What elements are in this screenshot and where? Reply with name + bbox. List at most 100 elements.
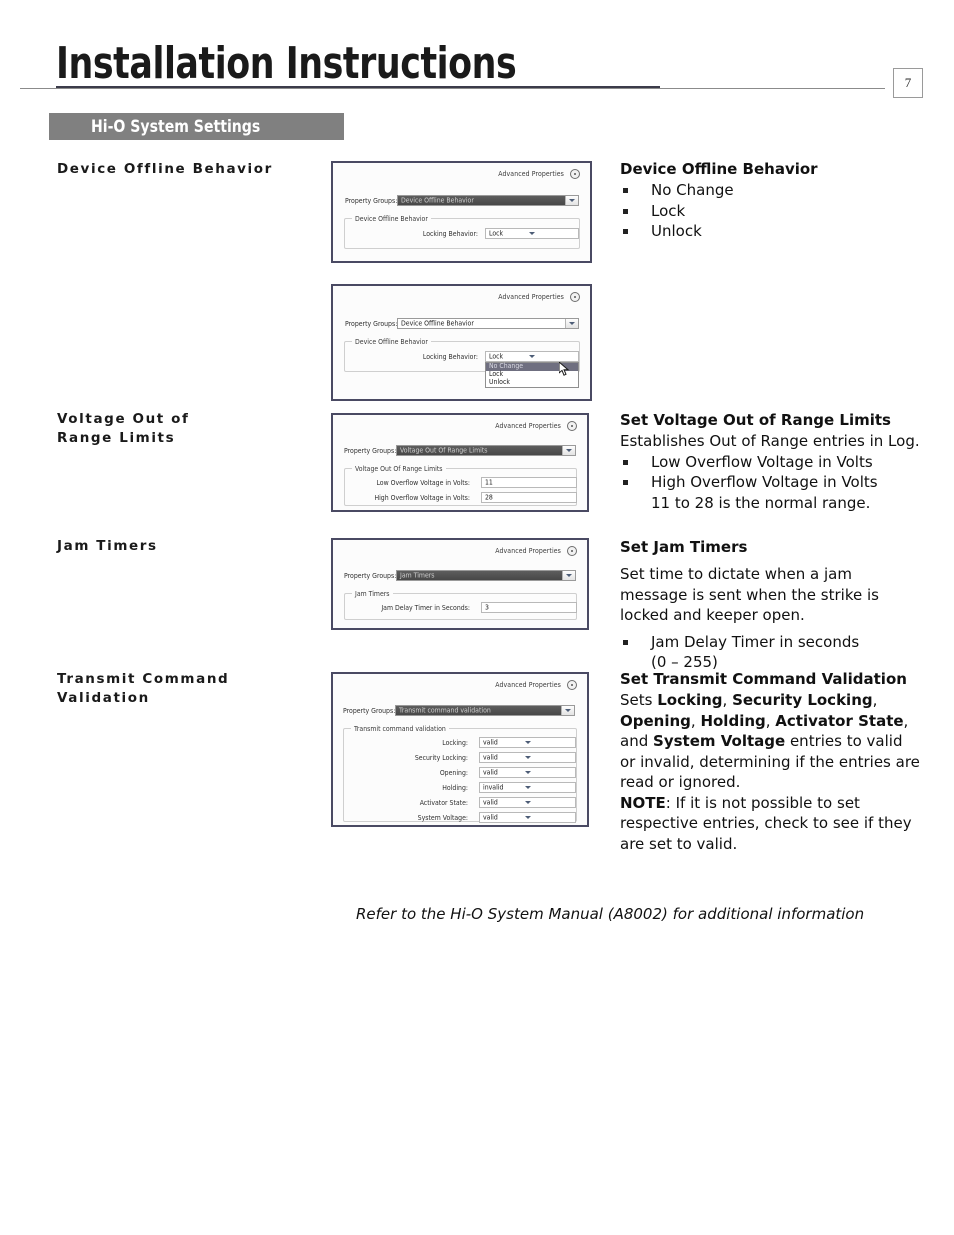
security-locking-value: valid xyxy=(483,754,498,762)
right-section-device-offline-behavior: Device Offline Behavior No Change Lock U… xyxy=(620,159,920,242)
system-voltage-value: valid xyxy=(483,814,498,822)
right-paragraph-jam: Set time to dictate when a jam message i… xyxy=(620,565,879,624)
property-groups-select[interactable]: Device Offline Behavior xyxy=(397,318,579,329)
advanced-properties-collapse-icon[interactable] xyxy=(567,421,577,431)
right-section-jam-timers: Set Jam Timers Set time to dictate when … xyxy=(620,537,920,673)
low-overflow-voltage-value: 11 xyxy=(485,479,493,487)
locking-behavior-value: Lock xyxy=(489,353,504,361)
property-groups-select[interactable]: Voltage Out Of Range Limits xyxy=(396,445,576,456)
jam-delay-timer-label: Jam Delay Timer in Seconds: xyxy=(381,604,470,613)
screenshot-canvas: Advanced Properties Property Groups: Jam… xyxy=(333,540,587,628)
right-subnote-voltage: 11 to 28 is the normal range. xyxy=(651,493,871,512)
list-item: Lock xyxy=(620,201,920,222)
property-groups-label: Property Groups: xyxy=(344,572,397,581)
advanced-properties-label: Advanced Properties xyxy=(498,170,564,179)
locking-select[interactable]: valid xyxy=(479,737,576,748)
property-groups-value: Transmit command validation xyxy=(399,707,491,715)
chevron-down-icon[interactable] xyxy=(565,319,578,328)
property-groups-select[interactable]: Device Offline Behavior xyxy=(397,195,579,206)
list-item: High Overflow Voltage in Volts xyxy=(620,472,920,493)
property-groups-value: Voltage Out Of Range Limits xyxy=(400,447,488,455)
right-heading-device-offline-behavior: Device Offline Behavior xyxy=(620,160,818,178)
term-opening: Opening xyxy=(620,711,691,730)
chevron-down-icon[interactable] xyxy=(561,706,574,715)
chevron-down-icon[interactable] xyxy=(562,446,575,455)
locking-label: Locking: xyxy=(442,739,468,748)
activator-state-value: valid xyxy=(483,799,498,807)
groupbox-title: Device Offline Behavior xyxy=(352,215,431,224)
right-list-jam: Jam Delay Timer in seconds xyxy=(620,632,920,653)
jam-delay-timer-input[interactable]: 3 xyxy=(481,602,577,613)
chevron-down-icon[interactable] xyxy=(562,571,575,580)
term-security-locking: Security Locking xyxy=(732,691,873,709)
groupbox-title: Transmit command validation xyxy=(351,725,449,734)
page-number: 7 xyxy=(893,68,923,98)
locking-behavior-select[interactable]: Lock xyxy=(485,228,579,239)
list-item: Jam Delay Timer in seconds xyxy=(620,632,920,653)
right-list-device-offline-behavior: No Change Lock Unlock xyxy=(620,180,920,242)
locking-behavior-label: Locking Behavior: xyxy=(422,353,478,362)
dropdown-option-unlock[interactable]: Unlock xyxy=(486,379,578,387)
right-paragraph-transmit: Sets Locking, Security Locking, Opening,… xyxy=(620,691,920,791)
high-overflow-voltage-input[interactable]: 28 xyxy=(481,492,577,503)
advanced-properties-collapse-icon[interactable] xyxy=(570,169,580,179)
locking-value: valid xyxy=(483,739,498,747)
jam-delay-timer-value: 3 xyxy=(485,604,489,612)
and-word: and xyxy=(620,732,649,750)
property-groups-label: Property Groups: xyxy=(343,707,396,716)
chevron-down-icon[interactable] xyxy=(565,196,578,205)
list-item: No Change xyxy=(620,180,920,201)
system-voltage-select[interactable]: valid xyxy=(479,812,576,823)
property-groups-value: Jam Timers xyxy=(400,572,435,580)
locking-behavior-value: Lock xyxy=(489,230,504,238)
term-activator-state: Activator State xyxy=(775,711,904,730)
screenshot-voltage-out-of-range-limits: Advanced Properties Property Groups: Vol… xyxy=(331,413,589,512)
mouse-cursor-icon xyxy=(559,362,570,376)
advanced-properties-collapse-icon[interactable] xyxy=(567,680,577,690)
section-banner-label: Hi-O System Settings xyxy=(91,117,261,137)
advanced-properties-label: Advanced Properties xyxy=(495,422,561,431)
right-section-transmit-command-validation: Set Transmit Command Validation Sets Loc… xyxy=(620,669,920,854)
property-groups-select[interactable]: Transmit command validation xyxy=(395,705,575,716)
property-groups-label: Property Groups: xyxy=(345,197,398,206)
sets-prefix: Sets xyxy=(620,691,658,709)
advanced-properties-label: Advanced Properties xyxy=(498,293,564,302)
groupbox-title: Device Offline Behavior xyxy=(352,338,431,347)
holding-label: Holding: xyxy=(442,784,468,793)
opening-label: Opening: xyxy=(439,769,468,778)
property-groups-select[interactable]: Jam Timers xyxy=(396,570,576,581)
screenshot-transmit-command-validation: Advanced Properties Property Groups: Tra… xyxy=(331,672,589,827)
advanced-properties-collapse-icon[interactable] xyxy=(567,546,577,556)
title-underline-light xyxy=(20,88,885,89)
right-heading-set-voltage-out-of-range-limits: Set Voltage Out of Range Limits xyxy=(620,411,891,429)
property-groups-value: Device Offline Behavior xyxy=(401,197,474,205)
high-overflow-voltage-value: 28 xyxy=(485,494,493,502)
right-heading-set-jam-timers: Set Jam Timers xyxy=(620,538,748,556)
property-groups-value: Device Offline Behavior xyxy=(401,320,474,328)
screenshot-jam-timers: Advanced Properties Property Groups: Jam… xyxy=(331,538,589,630)
term-system-voltage: System Voltage xyxy=(653,732,786,750)
right-paragraph-voltage: Establishes Out of Range entries in Log. xyxy=(620,432,920,450)
page-title: Installation Instructions xyxy=(56,38,517,89)
advanced-properties-collapse-icon[interactable] xyxy=(570,292,580,302)
locking-behavior-label: Locking Behavior: xyxy=(422,230,478,239)
screenshot-canvas: Advanced Properties Property Groups: Tra… xyxy=(333,674,587,825)
system-voltage-label: System Voltage: xyxy=(417,814,468,823)
security-locking-select[interactable]: valid xyxy=(479,752,576,763)
groupbox-title: Jam Timers xyxy=(352,590,393,599)
low-overflow-voltage-label: Low Overflow Voltage in Volts: xyxy=(376,479,470,488)
screenshot-canvas: Advanced Properties Property Groups: Dev… xyxy=(333,286,590,399)
left-label-device-offline-behavior: Device Offline Behavior xyxy=(57,161,273,177)
property-groups-label: Property Groups: xyxy=(344,447,397,456)
holding-value: invalid xyxy=(483,784,504,792)
opening-value: valid xyxy=(483,769,498,777)
property-groups-label: Property Groups: xyxy=(345,320,398,329)
advanced-properties-label: Advanced Properties xyxy=(495,547,561,556)
holding-select[interactable]: invalid xyxy=(479,782,576,793)
activator-state-label: Activator State: xyxy=(419,799,468,808)
opening-select[interactable]: valid xyxy=(479,767,576,778)
activator-state-select[interactable]: valid xyxy=(479,797,576,808)
locking-behavior-select[interactable]: Lock xyxy=(485,351,579,362)
low-overflow-voltage-input[interactable]: 11 xyxy=(481,477,577,488)
screenshot-canvas: Advanced Properties Property Groups: Dev… xyxy=(333,163,590,261)
